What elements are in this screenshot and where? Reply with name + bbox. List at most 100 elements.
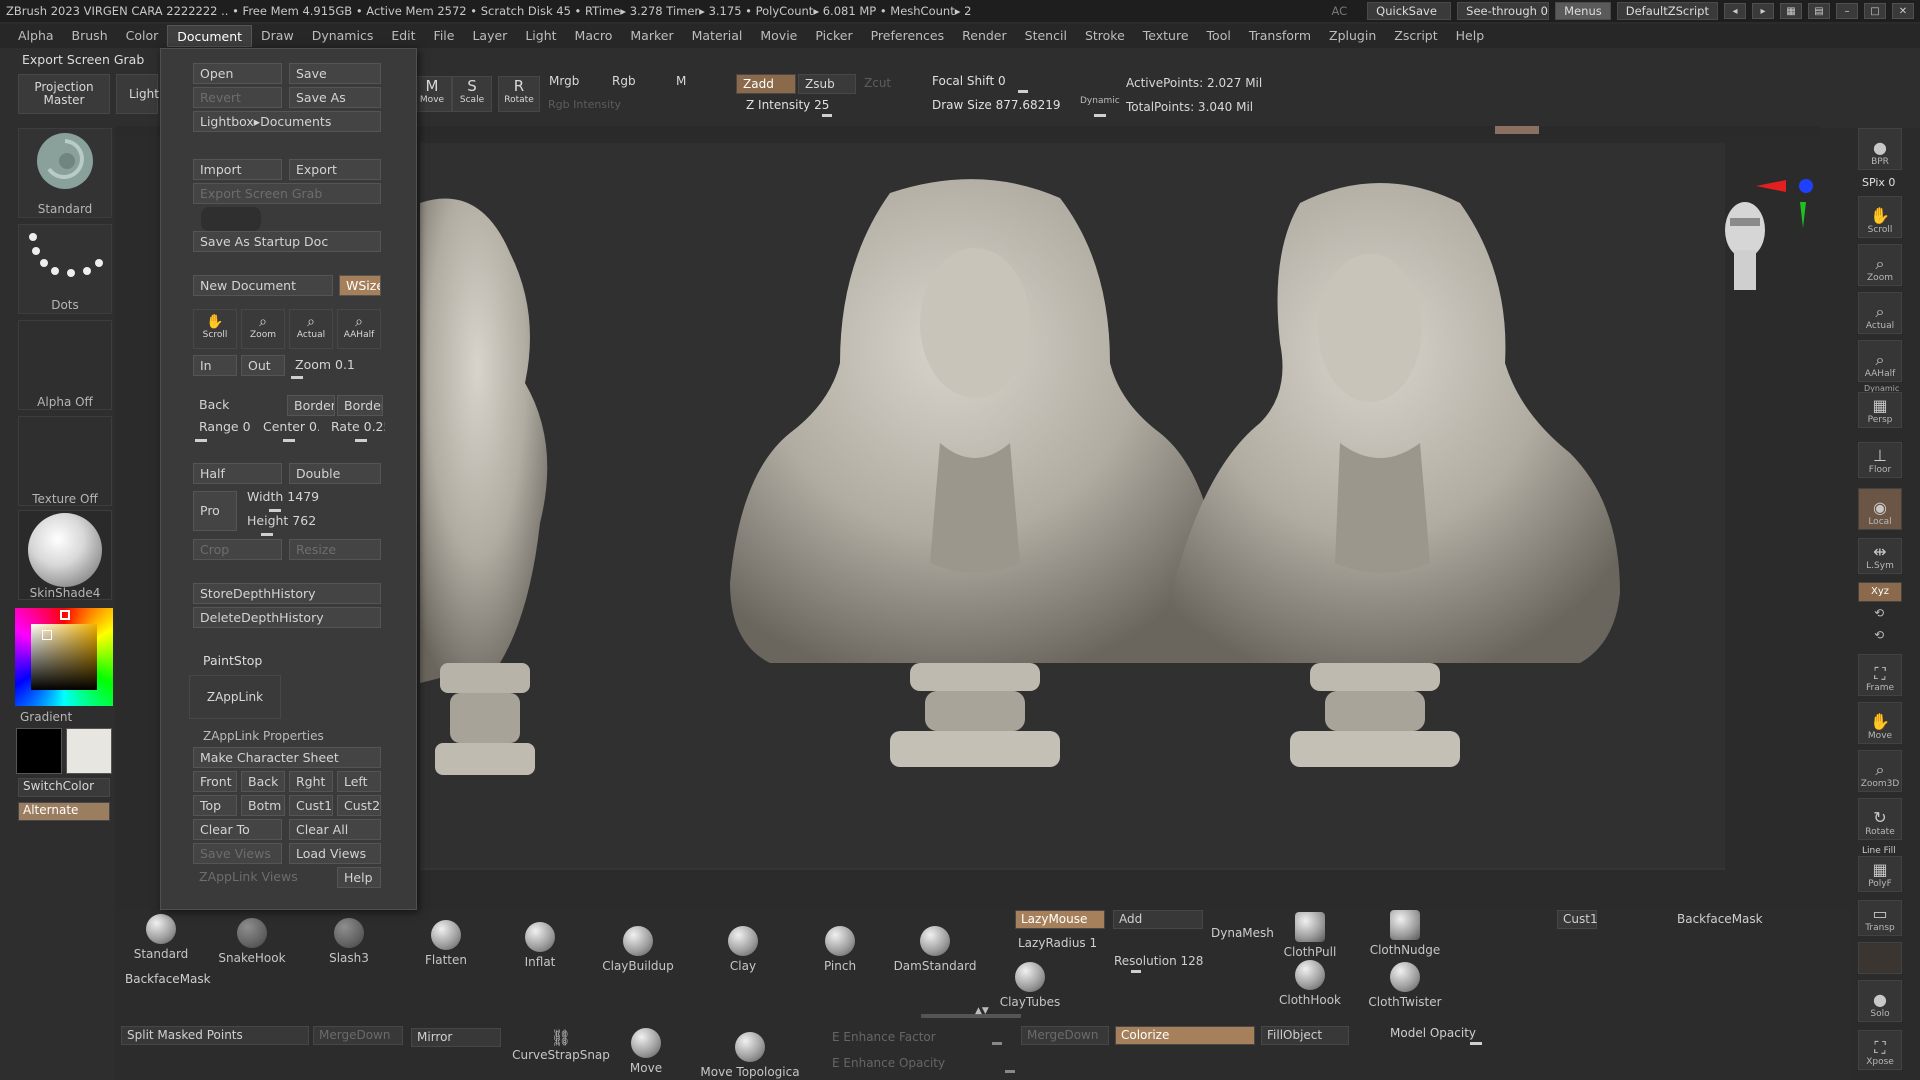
mergedown-button[interactable]: MergeDown xyxy=(313,1026,403,1045)
split-masked-points-button[interactable]: Split Masked Points xyxy=(121,1026,309,1045)
aahalf-button[interactable]: ⌕ AAHalf xyxy=(1858,340,1902,382)
brush-inflat[interactable]: Inflat xyxy=(495,922,585,969)
mrgb-button[interactable]: Mrgb xyxy=(545,74,605,94)
menu-help[interactable]: Help xyxy=(1447,25,1494,47)
help-button[interactable]: Help xyxy=(337,867,381,888)
half-button[interactable]: Half xyxy=(193,463,282,484)
layout-next-icon[interactable]: ▸ xyxy=(1752,3,1774,19)
wsize-button[interactable]: WSize xyxy=(339,275,381,296)
floor-button[interactable]: ⊥ Floor xyxy=(1858,442,1902,478)
ghost-button[interactable] xyxy=(1858,942,1902,974)
brush-curvestrapsnap[interactable]: ⛓ CurveStrapSnap xyxy=(506,1028,616,1062)
menu-stroke[interactable]: Stroke xyxy=(1076,25,1134,47)
z-intensity-slider[interactable]: Z Intensity 25 xyxy=(746,98,829,112)
brush-standard[interactable]: Standard xyxy=(116,914,206,961)
center-slider[interactable]: Center 0.7 xyxy=(257,417,319,438)
rotate-y-icon[interactable]: ⟲ xyxy=(1874,606,1884,620)
view-cust2-button[interactable]: Cust2 xyxy=(337,795,381,816)
new-document-button[interactable]: New Document xyxy=(193,275,333,296)
menu-document[interactable]: Document xyxy=(167,25,253,47)
menu-layer[interactable]: Layer xyxy=(463,25,516,47)
scroll-arrows-icon[interactable]: ▲▼ xyxy=(975,1006,989,1016)
lazymouse-button[interactable]: LazyMouse xyxy=(1015,910,1105,929)
height-slider[interactable]: Height 762 xyxy=(241,511,381,532)
add-button[interactable]: Add xyxy=(1113,910,1203,929)
backface-mask-label[interactable]: BackfaceMask xyxy=(125,972,211,986)
brush-claybuildup[interactable]: ClayBuildup xyxy=(593,926,683,973)
zoom3d-button[interactable]: ⌕ Zoom3D xyxy=(1858,750,1902,792)
zadd-button[interactable]: Zadd xyxy=(736,74,796,94)
menu-tool[interactable]: Tool xyxy=(1198,25,1240,47)
crop-button[interactable]: Crop xyxy=(193,539,282,560)
doc-zoom-button[interactable]: ⌕ Zoom xyxy=(241,309,285,349)
view-top-button[interactable]: Top xyxy=(193,795,237,816)
secondary-color-swatch[interactable] xyxy=(66,728,112,774)
revert-button[interactable]: Revert xyxy=(193,87,282,108)
view-front-button[interactable]: Front xyxy=(193,771,237,792)
border-button[interactable]: Border xyxy=(287,395,335,416)
rate-slider[interactable]: Rate 0.25 xyxy=(325,417,385,438)
view-right-button[interactable]: Rght xyxy=(289,771,333,792)
range-slider[interactable]: Range 0 xyxy=(193,417,253,438)
resolution-slider[interactable]: Resolution 128 xyxy=(1114,954,1203,968)
make-character-sheet-button[interactable]: Make Character Sheet xyxy=(193,747,381,768)
color-picker[interactable] xyxy=(15,608,113,706)
zapplink-views-button[interactable]: ZAppLink Views xyxy=(193,867,333,888)
delete-depth-history-button[interactable]: DeleteDepthHistory xyxy=(193,607,381,628)
e-enhance-factor-slider[interactable]: E Enhance Factor xyxy=(832,1030,936,1044)
load-views-button[interactable]: Load Views xyxy=(289,843,381,864)
actual-button[interactable]: ⌕ Actual xyxy=(1858,292,1902,334)
dynamic-toggle[interactable]: Dynamic xyxy=(1080,96,1120,106)
save-as-startup-doc-button[interactable]: Save As Startup Doc xyxy=(193,231,381,252)
m-button[interactable]: M xyxy=(672,74,702,94)
zapplink-button[interactable]: ZAppLink xyxy=(189,675,281,719)
zoom-slider[interactable]: Zoom 0.1 xyxy=(289,355,381,376)
axis-gizmo-icon[interactable] xyxy=(1756,172,1816,232)
menu-edit[interactable]: Edit xyxy=(382,25,424,47)
brush-clothnudge[interactable]: ClothNudge xyxy=(1360,910,1450,957)
menus-button[interactable]: Menus xyxy=(1555,2,1611,20)
view-bottom-button[interactable]: Botm xyxy=(241,795,285,816)
lazyradius-slider[interactable]: LazyRadius 1 xyxy=(1018,936,1097,950)
menu-light[interactable]: Light xyxy=(516,25,565,47)
width-slider[interactable]: Width 1479 xyxy=(241,487,381,508)
cust1-button[interactable]: Cust1 xyxy=(1557,910,1598,929)
spix-slider[interactable]: SPix 0 xyxy=(1862,176,1895,189)
view-left-button[interactable]: Left xyxy=(337,771,381,792)
save-as-button[interactable]: Save As xyxy=(289,87,381,108)
ui-icon[interactable]: ▤ xyxy=(1808,3,1830,19)
scroll-handle[interactable] xyxy=(921,1014,1021,1018)
xyz-button[interactable]: Xyz xyxy=(1858,582,1902,602)
zoom-in-button[interactable]: In xyxy=(193,355,237,376)
menu-texture[interactable]: Texture xyxy=(1134,25,1198,47)
move-tool-button[interactable]: M Move xyxy=(412,76,452,112)
scale-tool-button[interactable]: S Scale xyxy=(452,76,492,112)
model-opacity-slider[interactable]: Model Opacity xyxy=(1390,1026,1476,1040)
canvas-viewport[interactable] xyxy=(420,143,1725,870)
menu-dynamics[interactable]: Dynamics xyxy=(303,25,383,47)
zoom-button[interactable]: ⌕ Zoom xyxy=(1858,244,1902,286)
export-screen-grab-button[interactable]: Export Screen Grab xyxy=(193,183,381,204)
open-button[interactable]: Open xyxy=(193,63,282,84)
save-views-button[interactable]: Save Views xyxy=(193,843,282,864)
menu-material[interactable]: Material xyxy=(683,25,752,47)
doc-scroll-button[interactable]: ✋ Scroll xyxy=(193,309,237,349)
menu-draw[interactable]: Draw xyxy=(252,25,303,47)
menu-file[interactable]: File xyxy=(425,25,464,47)
menu-zscript[interactable]: Zscript xyxy=(1385,25,1446,47)
paintstop-label[interactable]: PaintStop xyxy=(203,653,262,668)
menu-alpha[interactable]: Alpha xyxy=(0,25,63,47)
back-color-button[interactable]: Back xyxy=(193,395,253,416)
projection-master-button[interactable]: Projection Master xyxy=(18,74,110,114)
brush-move-topological[interactable]: Move Topologica xyxy=(695,1032,805,1079)
brush-clay[interactable]: Clay xyxy=(698,926,788,973)
export-button[interactable]: Export xyxy=(289,159,381,180)
save-button[interactable]: Save xyxy=(289,63,381,84)
menu-picker[interactable]: Picker xyxy=(806,25,861,47)
horizontal-scroll-indicator[interactable] xyxy=(1495,126,1539,134)
menu-color[interactable]: Color xyxy=(117,25,168,47)
brush-move[interactable]: Move xyxy=(601,1028,691,1075)
brush-pinch[interactable]: Pinch xyxy=(795,926,885,973)
menu-transform[interactable]: Transform xyxy=(1240,25,1320,47)
view-back-button[interactable]: Back xyxy=(241,771,285,792)
